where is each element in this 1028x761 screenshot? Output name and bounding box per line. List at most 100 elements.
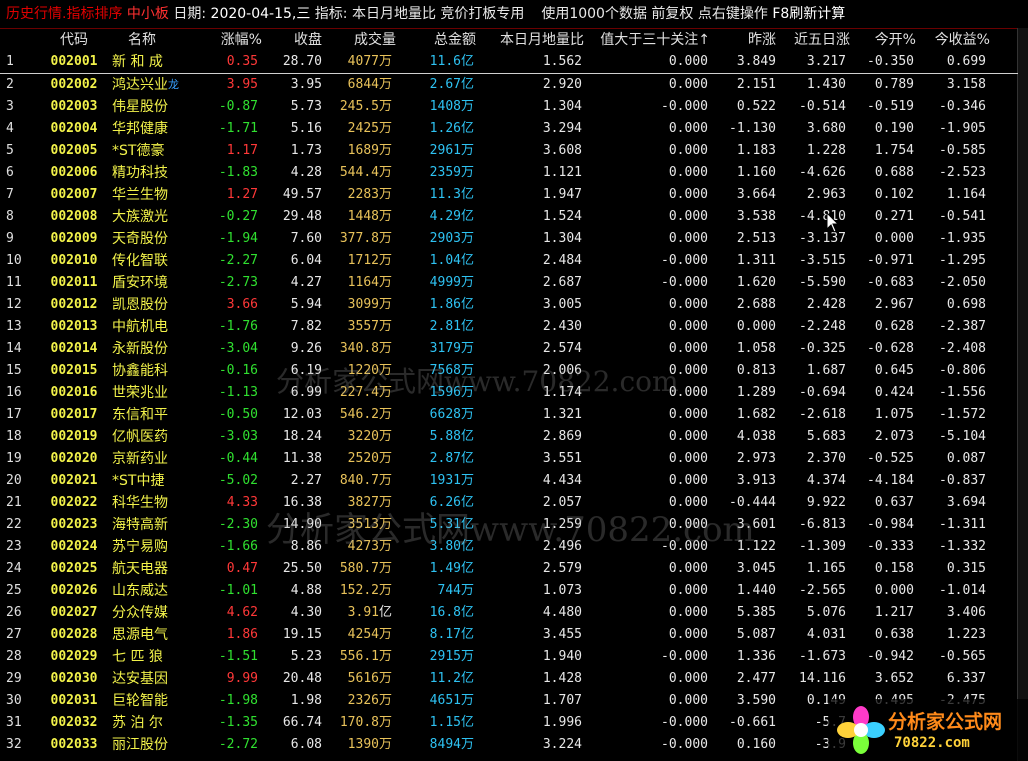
header-pct[interactable]: 涨幅% (208, 29, 262, 51)
close-price: 6.99 (290, 385, 322, 400)
header-amount[interactable]: 总金额 (398, 29, 476, 51)
volume-unit: 万 (378, 253, 392, 268)
stock-name: 伟星股份 (112, 96, 212, 118)
indicator-value[interactable]: 本日月地量比 竞价打板专用 (352, 6, 524, 22)
table-row[interactable]: 14 002014 永新股份 -3.04 9.26 340.8万 3179万 2.574 0.0… (0, 338, 1018, 360)
table-row[interactable]: 15 002015 协鑫能科 -0.16 6.19 1220万 7568万 2.006 0.00… (0, 360, 1018, 382)
over30-value: 0.000 (668, 143, 708, 158)
volume: 4254万 (322, 624, 392, 646)
table-row[interactable]: 22 002023 海特高新 -2.30 14.90 3513万 5.31亿 1.259 0.0… (0, 514, 1018, 536)
volume: 1689万 (322, 140, 392, 162)
table-row[interactable]: 19 002020 京新药业 -0.44 11.38 2520万 2.87亿 3.551 0.0… (0, 448, 1018, 470)
board-selector[interactable]: 中小板 (127, 6, 169, 22)
change-pct: -3.03 (218, 429, 258, 444)
prev-change: 2.513 (736, 231, 776, 246)
close-price: 2.27 (290, 473, 322, 488)
table-row[interactable]: 11 002011 盾安环境 -2.73 4.27 1164万 4999万 2.687 -0.0… (0, 272, 1018, 294)
table-row[interactable]: 26 002027 分众传媒 4.62 4.30 3.91亿 16.8亿 4.480 0.000… (0, 602, 1018, 624)
over30-value: 0.000 (668, 671, 708, 686)
volume: 340.8万 (322, 338, 392, 360)
table-row[interactable]: 21 002022 科华生物 4.33 16.38 3827万 6.26亿 2.057 0.00… (0, 492, 1018, 514)
volume-unit: 万 (378, 495, 392, 510)
amount-value: 11.6 (429, 54, 461, 69)
amount: 1.26亿 (398, 118, 474, 140)
stock-name: 天奇股份 (112, 228, 212, 250)
table-row[interactable]: 4 002004 华邦健康 -1.71 5.16 2425万 1.26亿 3.294 0.000… (0, 118, 1018, 140)
prev-change: 0.000 (736, 319, 776, 334)
table-row[interactable]: 3 002003 伟星股份 -0.87 5.73 245.5万 1408万 1.304 -0.0… (0, 96, 1018, 118)
header-name[interactable]: 名称 (112, 29, 172, 51)
stock-name-text: *ST德豪 (112, 143, 165, 159)
over30-value: -0.000 (661, 275, 708, 290)
stock-code: 002026 (50, 583, 98, 598)
table-row[interactable]: 28 002029 七 匹 狼 -1.51 5.23 556.1万 2915万 1.940 -0… (0, 646, 1018, 668)
table-row[interactable]: 24 002025 航天电器 0.47 25.50 580.7万 1.49亿 2.579 0.0… (0, 558, 1018, 580)
table-row[interactable]: 13 002013 中航机电 -1.76 7.82 3557万 2.81亿 2.430 0.00… (0, 316, 1018, 338)
table-row[interactable]: 27 002028 思源电气 1.86 19.15 4254万 8.17亿 3.455 0.00… (0, 624, 1018, 646)
header-ratio[interactable]: 本日月地量比 (472, 29, 584, 51)
header-prev[interactable]: 昨涨 (712, 29, 776, 51)
table-row[interactable]: 23 002024 苏宁易购 -1.66 8.86 4273万 3.80亿 2.496 -0.0… (0, 536, 1018, 558)
amount-value: 2903 (429, 231, 461, 246)
row-index: 2 (6, 77, 14, 92)
header-close[interactable]: 收盘 (262, 29, 322, 51)
refresh-hint[interactable]: F8刷新计算 (772, 6, 845, 22)
volume-value: 1220 (347, 363, 379, 378)
date-value[interactable]: 2020-04-15,三 (211, 6, 311, 22)
prev-change: 3.590 (736, 693, 776, 708)
stock-name: 精功科技 (112, 162, 212, 184)
header-code[interactable]: 代码 (40, 29, 108, 51)
window-title[interactable]: 历史行情.指标排序 (0, 6, 122, 22)
close-price: 1.73 (290, 143, 322, 158)
header-volume[interactable]: 成交量 (322, 29, 396, 51)
amount-unit: 万 (460, 363, 474, 378)
header-open[interactable]: 今开% (850, 29, 916, 51)
table-row[interactable]: 7 002007 华兰生物 1.27 49.57 2283万 11.3亿 1.947 0.000… (0, 184, 1018, 206)
table-row[interactable]: 20 002021 *ST中捷 -5.02 2.27 840.7万 1931万 4.434 0.… (0, 470, 1018, 492)
over30-value: -0.000 (661, 737, 708, 752)
table-row[interactable]: 1 002001 新 和 成 0.35 28.70 4077万 11.6亿 1.562 0.00… (0, 51, 1018, 74)
open-pct: -4.184 (867, 473, 914, 488)
change-pct: -2.30 (218, 517, 258, 532)
table-row[interactable]: 10 002010 传化智联 -2.27 6.04 1712万 1.04亿 2.484 -0.0… (0, 250, 1018, 272)
header-over30[interactable]: 值大于三十关注↑ (586, 29, 710, 51)
header-gain[interactable]: 今收益% (918, 29, 990, 51)
stock-code: 002005 (50, 143, 98, 158)
stock-name-text: *ST中捷 (112, 473, 165, 489)
table-row[interactable]: 8 002008 大族激光 -0.27 29.48 1448万 4.29亿 1.524 0.00… (0, 206, 1018, 228)
header-over30-label: 值大于三十关注 (600, 32, 699, 48)
row-index: 11 (6, 275, 22, 290)
header-five-day[interactable]: 近五日涨 (778, 29, 850, 51)
table-row[interactable]: 16 002016 世荣兆业 -1.13 6.99 227.4万 1596万 1.174 0.0… (0, 382, 1018, 404)
stock-name: 大族激光 (112, 206, 212, 228)
stock-name: 海特高新 (112, 514, 212, 536)
volume-unit: 万 (378, 143, 392, 158)
stock-name-text: 协鑫能科 (112, 363, 168, 379)
table-row[interactable]: 17 002017 东信和平 -0.50 12.03 546.2万 6628万 1.321 0.… (0, 404, 1018, 426)
table-row[interactable]: 25 002026 山东威达 -1.01 4.88 152.2万 744万 1.073 0.00… (0, 580, 1018, 602)
row-index: 10 (6, 253, 22, 268)
volume: 3099万 (322, 294, 392, 316)
table-row[interactable]: 2 002002 鸿达兴业龙 3.95 3.95 6844万 2.67亿 2.920 0.000… (0, 74, 1018, 96)
table-row[interactable]: 9 002009 天奇股份 -1.94 7.60 377.8万 2903万 1.304 0.00… (0, 228, 1018, 250)
table-row[interactable]: 6 002006 精功科技 -1.83 4.28 544.4万 2359万 1.121 0.00… (0, 162, 1018, 184)
table-row[interactable]: 29 002030 达安基因 9.99 20.48 5616万 11.2亿 1.428 0.00… (0, 668, 1018, 690)
close-price: 6.08 (290, 737, 322, 752)
volume: 840.7万 (322, 470, 392, 492)
table-row[interactable]: 5 002005 *ST德豪 1.17 1.73 1689万 2961万 3.608 0.000… (0, 140, 1018, 162)
data-note: 使用1000个数据 (541, 6, 647, 22)
amount-unit: 万 (460, 341, 474, 356)
open-pct: 1.754 (874, 143, 914, 158)
adjust-mode[interactable]: 前复权 (651, 6, 693, 22)
close-price: 29.48 (282, 209, 322, 224)
row-index: 29 (6, 671, 22, 686)
table-row[interactable]: 12 002012 凯恩股份 3.66 5.94 3099万 1.86亿 3.005 0.000… (0, 294, 1018, 316)
prev-change: 2.688 (736, 297, 776, 312)
volume-ratio: 3.455 (542, 627, 582, 642)
amount: 3.80亿 (398, 536, 474, 558)
close-price: 25.50 (282, 561, 322, 576)
five-day-change: 1.687 (806, 363, 846, 378)
table-row[interactable]: 18 002019 亿帆医药 -3.03 18.24 3220万 5.88亿 2.869 0.0… (0, 426, 1018, 448)
five-day-change: 3.217 (806, 54, 846, 69)
amount-value: 3.80 (429, 539, 461, 554)
